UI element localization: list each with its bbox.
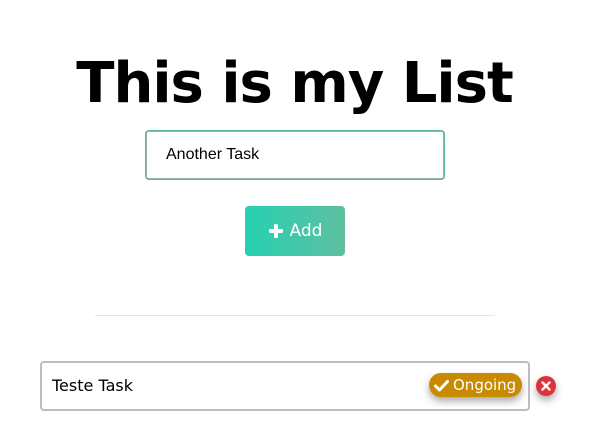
divider xyxy=(95,315,495,316)
todo-app: This is my List Add Teste Task Ongoing xyxy=(0,0,589,436)
check-icon xyxy=(433,377,450,394)
task-text: Teste Task xyxy=(52,376,133,395)
task-input[interactable] xyxy=(145,130,445,180)
plus-icon xyxy=(268,223,284,239)
add-button[interactable]: Add xyxy=(245,206,345,256)
status-label: Ongoing xyxy=(453,376,517,394)
close-icon xyxy=(541,381,551,391)
page-title: This is my List xyxy=(76,50,513,116)
delete-task-button[interactable] xyxy=(536,376,556,396)
status-badge[interactable]: Ongoing xyxy=(429,373,523,397)
add-button-label: Add xyxy=(289,221,323,241)
task-item: Teste Task Ongoing xyxy=(40,361,530,411)
